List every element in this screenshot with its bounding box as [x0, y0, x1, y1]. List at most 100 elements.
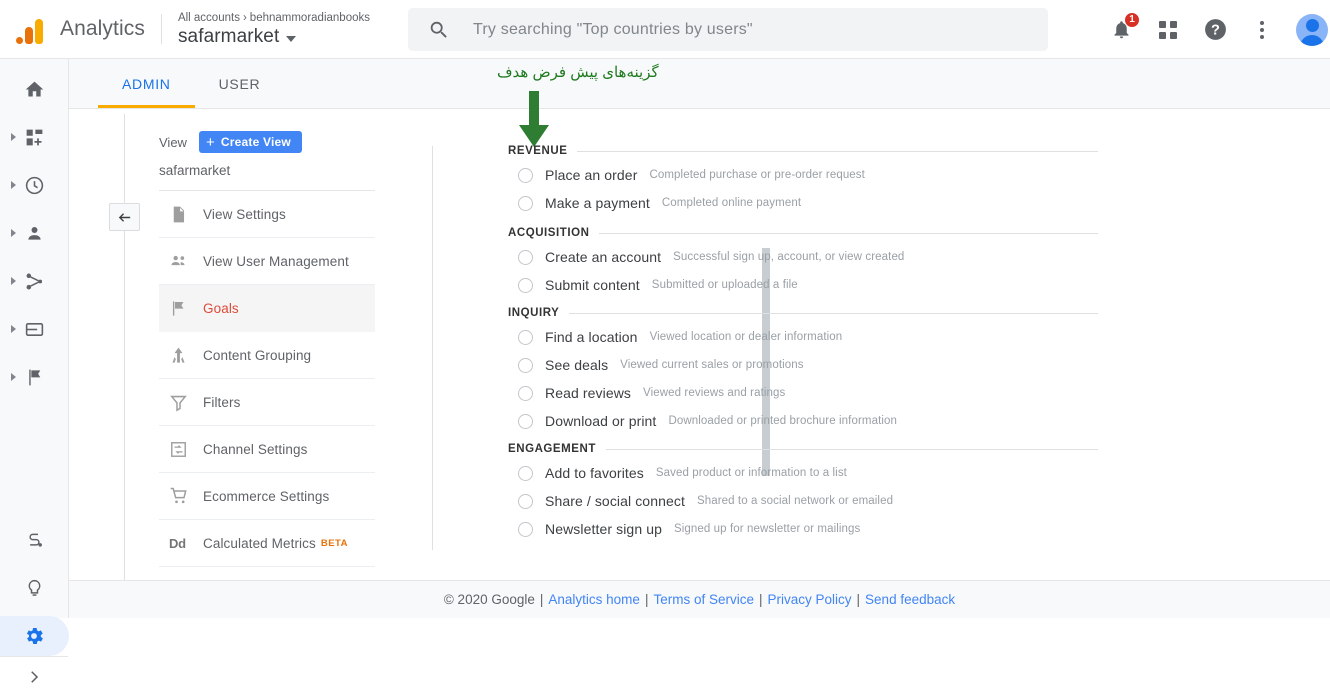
- footer-separator: |: [645, 592, 649, 607]
- goal-option[interactable]: See deals Viewed current sales or promot…: [508, 351, 1098, 379]
- sidebar-item-attribution[interactable]: [0, 520, 68, 560]
- goal-option[interactable]: Place an order Completed purchase or pre…: [508, 161, 1098, 189]
- sidebar-item-discover[interactable]: [0, 568, 68, 608]
- goal-option[interactable]: Make a payment Completed online payment: [508, 189, 1098, 217]
- sidebar-item-behavior[interactable]: [0, 309, 68, 349]
- goal-option[interactable]: Download or print Downloaded or printed …: [508, 407, 1098, 435]
- panel-scrollbar-track[interactable]: [381, 124, 389, 580]
- breadcrumb-separator: ›: [243, 12, 247, 24]
- section-rule: [606, 449, 1098, 450]
- goal-description: Signed up for newsletter or mailings: [674, 523, 860, 535]
- footer-separator: |: [759, 592, 763, 607]
- help-icon: ?: [1203, 17, 1228, 42]
- menu-item-view-user-management[interactable]: View User Management: [159, 238, 375, 285]
- radio-button[interactable]: [518, 358, 533, 373]
- search-input[interactable]: Try searching "Top countries by users": [408, 8, 1048, 51]
- radio-button[interactable]: [518, 196, 533, 211]
- sidebar-item-acquisition[interactable]: [0, 261, 68, 301]
- current-view-name[interactable]: safarmarket: [159, 163, 230, 178]
- section-rule: [569, 313, 1098, 314]
- plus-icon: +: [206, 135, 215, 150]
- notifications-button[interactable]: 1: [1108, 17, 1134, 43]
- flag-icon: [24, 367, 45, 388]
- section-title: ACQUISITION: [508, 227, 589, 239]
- menu-item-label: Ecommerce Settings: [203, 489, 329, 504]
- footer-link-send-feedback[interactable]: Send feedback: [865, 592, 955, 607]
- chevron-down-icon[interactable]: [286, 36, 296, 42]
- annotation-text: گزینه‌های پیش فرض هدف: [497, 63, 857, 81]
- menu-item-label: View User Management: [203, 254, 349, 269]
- left-nav-rail: [0, 59, 69, 618]
- flag-icon: [169, 299, 203, 318]
- tab-user[interactable]: USER: [195, 59, 285, 108]
- goal-option[interactable]: Add to favorites Saved product or inform…: [508, 459, 1098, 487]
- document-icon: [169, 205, 203, 224]
- people-icon: [169, 251, 203, 271]
- share-node-icon: [24, 271, 45, 292]
- create-view-label: Create View: [221, 135, 291, 149]
- sidebar-item-customization[interactable]: [0, 117, 68, 157]
- account-selector[interactable]: All accounts›behnammoradianbooks safarma…: [162, 11, 370, 48]
- goal-option[interactable]: Find a location Viewed location or deale…: [508, 323, 1098, 351]
- logo-dot: [16, 37, 23, 44]
- footer-link-privacy-policy[interactable]: Privacy Policy: [768, 592, 852, 607]
- footer-link-terms-of-service[interactable]: Terms of Service: [653, 592, 754, 607]
- goal-description: Viewed reviews and ratings: [643, 387, 785, 399]
- avatar[interactable]: [1296, 14, 1328, 46]
- radio-button[interactable]: [518, 494, 533, 509]
- goal-description: Completed online payment: [662, 197, 801, 209]
- goal-template-list: REVENUE Place an order Completed purchas…: [508, 145, 1098, 565]
- breadcrumb-account[interactable]: behnammoradianbooks: [250, 12, 370, 24]
- content-grouping-icon: [169, 346, 203, 365]
- radio-button[interactable]: [518, 522, 533, 537]
- sidebar-item-home[interactable]: [0, 69, 68, 109]
- menu-item-filters[interactable]: Filters: [159, 379, 375, 426]
- menu-item-calculated-metrics[interactable]: Dd Calculated Metrics BETA: [159, 520, 375, 567]
- radio-button[interactable]: [518, 466, 533, 481]
- expand-nav-button[interactable]: [0, 657, 68, 697]
- collapse-panel-button[interactable]: [109, 203, 140, 231]
- breadcrumb-root[interactable]: All accounts: [178, 12, 240, 24]
- menu-item-channel-settings[interactable]: Channel Settings: [159, 426, 375, 473]
- section-title: ENGAGEMENT: [508, 443, 596, 455]
- menu-item-view-settings[interactable]: View Settings: [159, 191, 375, 238]
- goal-name: Find a location: [545, 329, 638, 345]
- menu-item-ecommerce-settings[interactable]: Ecommerce Settings: [159, 473, 375, 520]
- apps-button[interactable]: [1155, 17, 1181, 43]
- menu-item-content-grouping[interactable]: Content Grouping: [159, 332, 375, 379]
- search-placeholder: Try searching "Top countries by users": [473, 21, 753, 39]
- expand-arrow-icon: [11, 277, 16, 285]
- sidebar-item-admin[interactable]: [0, 616, 68, 656]
- goal-option[interactable]: Submit content Submitted or uploaded a f…: [508, 271, 1098, 299]
- home-icon: [24, 79, 45, 100]
- radio-button[interactable]: [518, 414, 533, 429]
- sidebar-item-audience[interactable]: [0, 213, 68, 253]
- tab-admin[interactable]: ADMIN: [98, 59, 195, 108]
- radio-button[interactable]: [518, 330, 533, 345]
- goal-option[interactable]: Share / social connect Shared to a socia…: [508, 487, 1098, 515]
- create-view-button[interactable]: + Create View: [199, 131, 302, 153]
- help-button[interactable]: ?: [1202, 17, 1228, 43]
- radio-button[interactable]: [518, 278, 533, 293]
- logo-bar-tall: [35, 19, 43, 44]
- radio-button[interactable]: [518, 250, 533, 265]
- menu-item-goals[interactable]: Goals: [159, 285, 375, 332]
- svg-text:?: ?: [1211, 23, 1220, 39]
- sidebar-item-conversions[interactable]: [0, 357, 68, 397]
- analytics-logo[interactable]: [0, 14, 58, 44]
- footer-link-analytics-home[interactable]: Analytics home: [548, 592, 640, 607]
- goal-option[interactable]: Newsletter sign up Signed up for newslet…: [508, 515, 1098, 543]
- content-left-divider: [432, 146, 433, 550]
- section-title: INQUIRY: [508, 307, 559, 319]
- goal-name: Add to favorites: [545, 465, 644, 481]
- sidebar-item-realtime[interactable]: [0, 165, 68, 205]
- more-options-button[interactable]: [1249, 17, 1275, 43]
- goal-option[interactable]: Read reviews Viewed reviews and ratings: [508, 379, 1098, 407]
- radio-button[interactable]: [518, 386, 533, 401]
- goal-option[interactable]: Create an account Successful sign up, ac…: [508, 243, 1098, 271]
- property-name: safarmarket: [178, 26, 279, 48]
- panel-divider: [124, 114, 125, 580]
- goal-section-acquisition: ACQUISITION Create an account Successful…: [508, 227, 1098, 299]
- radio-button[interactable]: [518, 168, 533, 183]
- goal-description: Shared to a social network or emailed: [697, 495, 893, 507]
